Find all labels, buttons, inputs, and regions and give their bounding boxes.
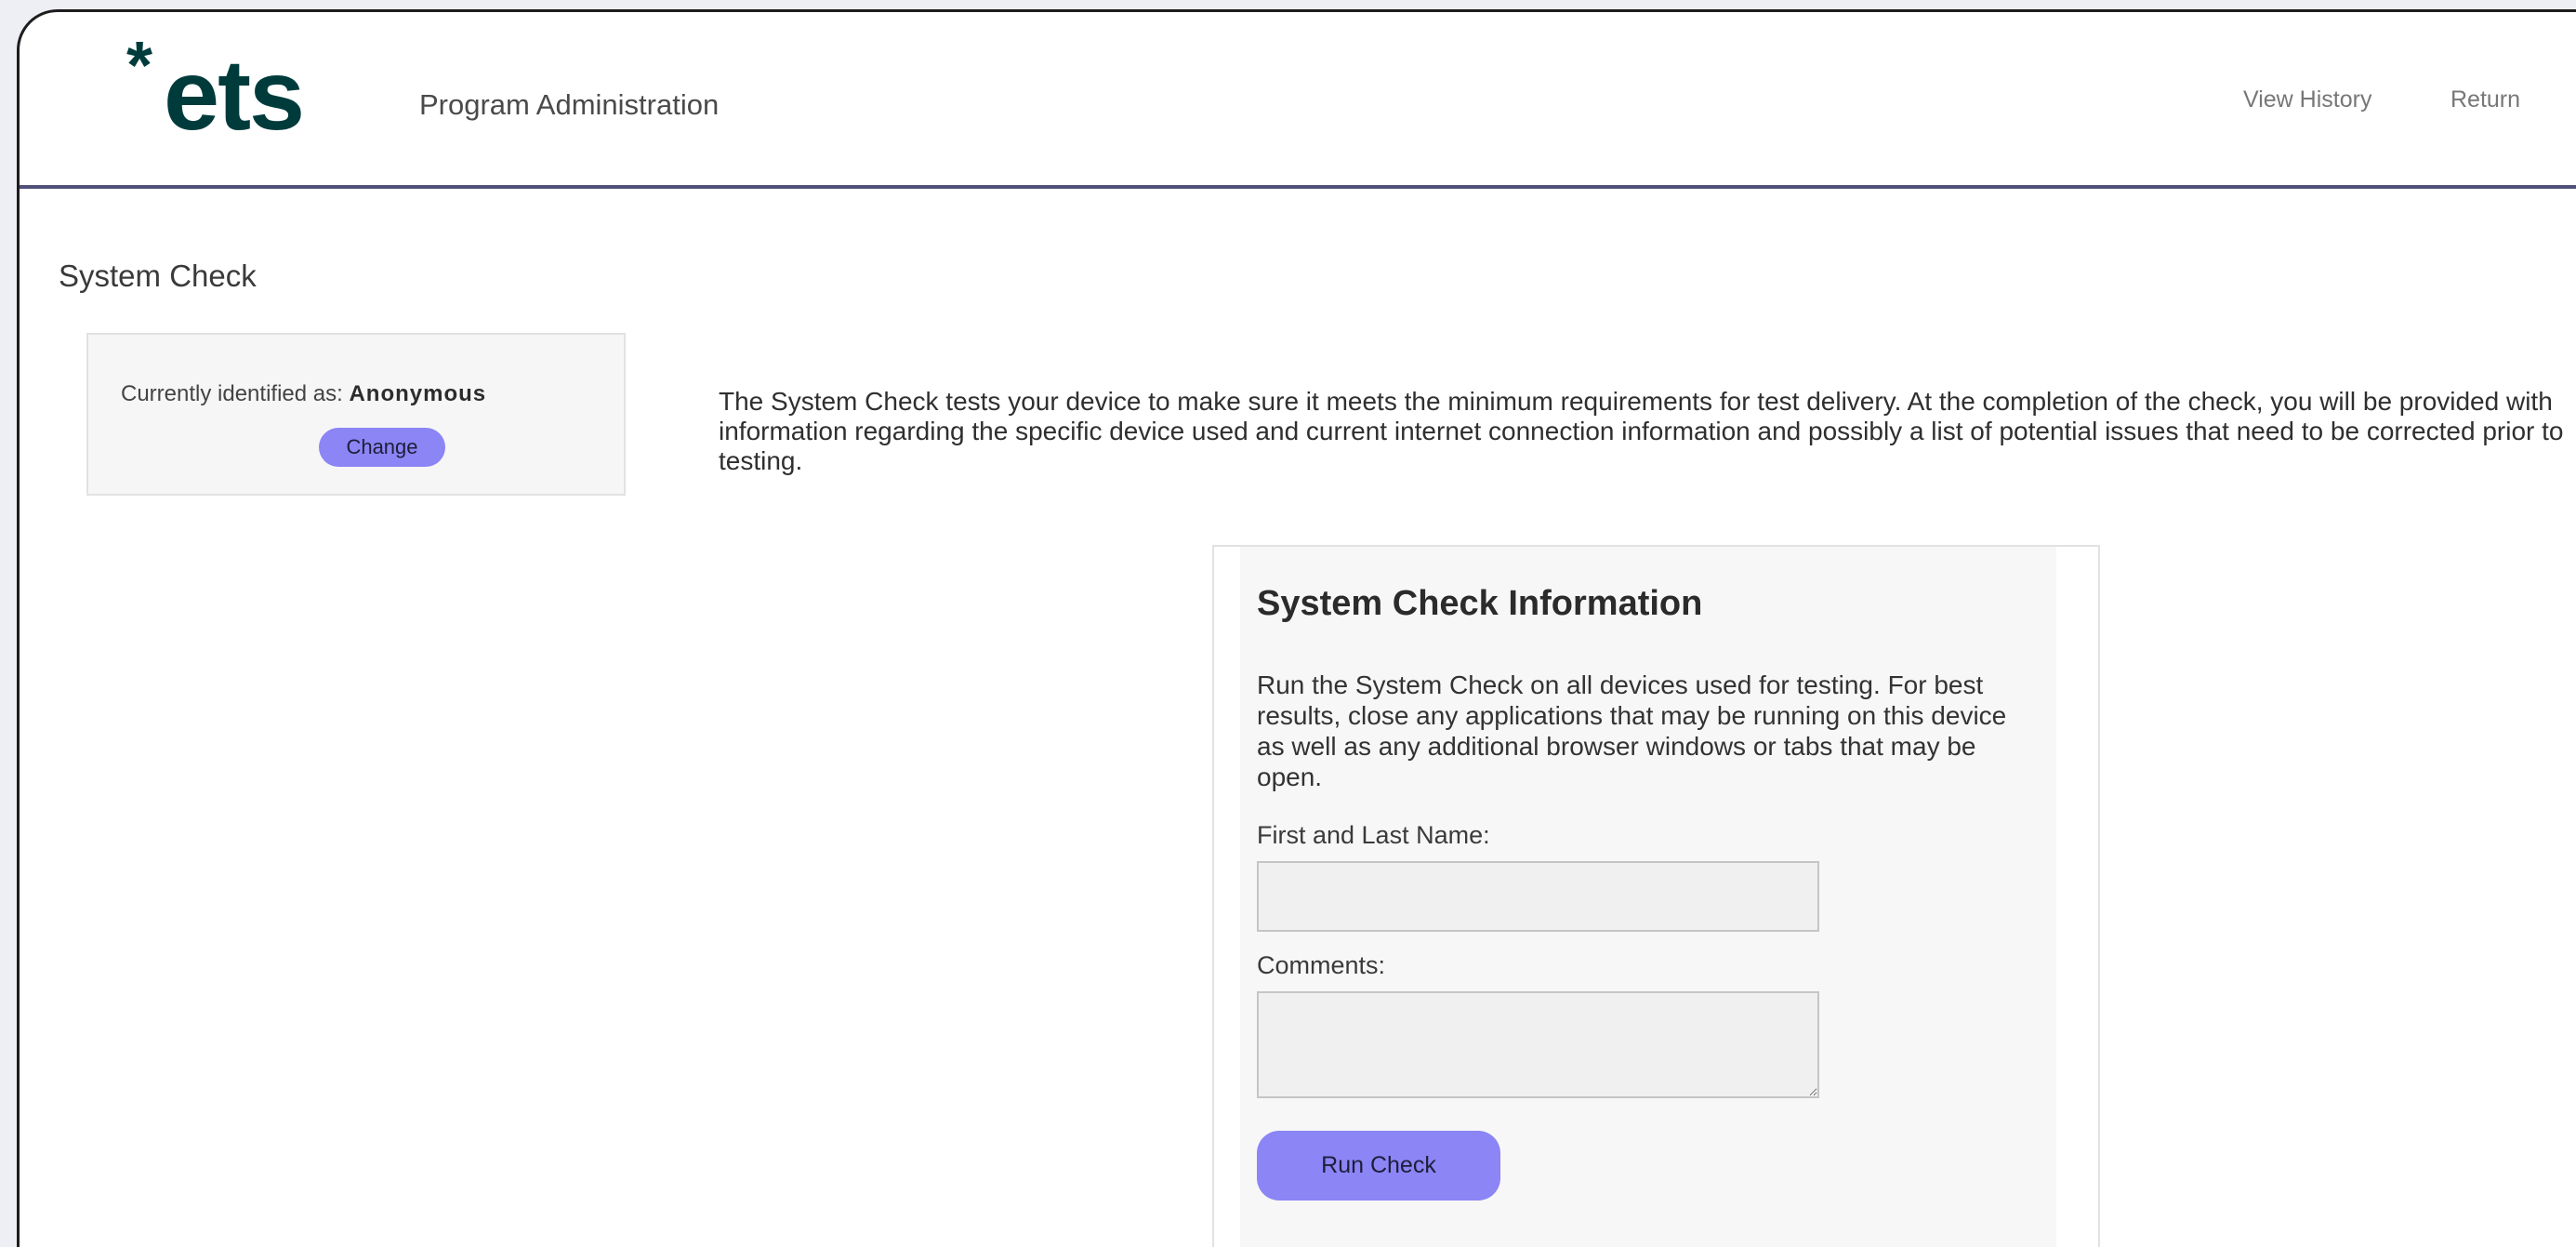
app-window: * ets Program Administration View Histor… (17, 9, 2576, 1247)
logo-asterisk-icon: * (126, 29, 153, 103)
return-link[interactable]: Return (2451, 86, 2520, 113)
identity-label: Currently identified as: (121, 381, 343, 406)
system-check-card: System Check Information Run the System … (1212, 545, 2100, 1247)
logo-wordmark: ets (164, 38, 305, 151)
identity-line: Currently identified as: Anonymous (121, 381, 486, 407)
app-title: Program Administration (419, 88, 720, 121)
page-title: System Check (59, 259, 257, 293)
comments-field[interactable] (1257, 991, 1819, 1098)
identity-panel: Currently identified as: Anonymous Chang… (86, 333, 626, 496)
name-field[interactable] (1257, 861, 1819, 932)
header-bar: * ets Program Administration View Histor… (20, 12, 2576, 189)
run-check-button[interactable]: Run Check (1257, 1131, 1500, 1201)
name-label: First and Last Name: (1257, 821, 1490, 849)
change-identity-button[interactable]: Change (319, 428, 445, 467)
identity-value: Anonymous (349, 381, 487, 406)
system-check-form: System Check Information Run the System … (1240, 547, 2056, 1247)
card-title: System Check Information (1257, 584, 1703, 623)
ets-logo: * ets (126, 33, 387, 153)
intro-text: The System Check tests your device to ma… (719, 387, 2564, 475)
comments-label: Comments: (1257, 951, 1386, 979)
view-history-link[interactable]: View History (2243, 86, 2371, 113)
card-description: Run the System Check on all devices used… (1257, 670, 2007, 791)
